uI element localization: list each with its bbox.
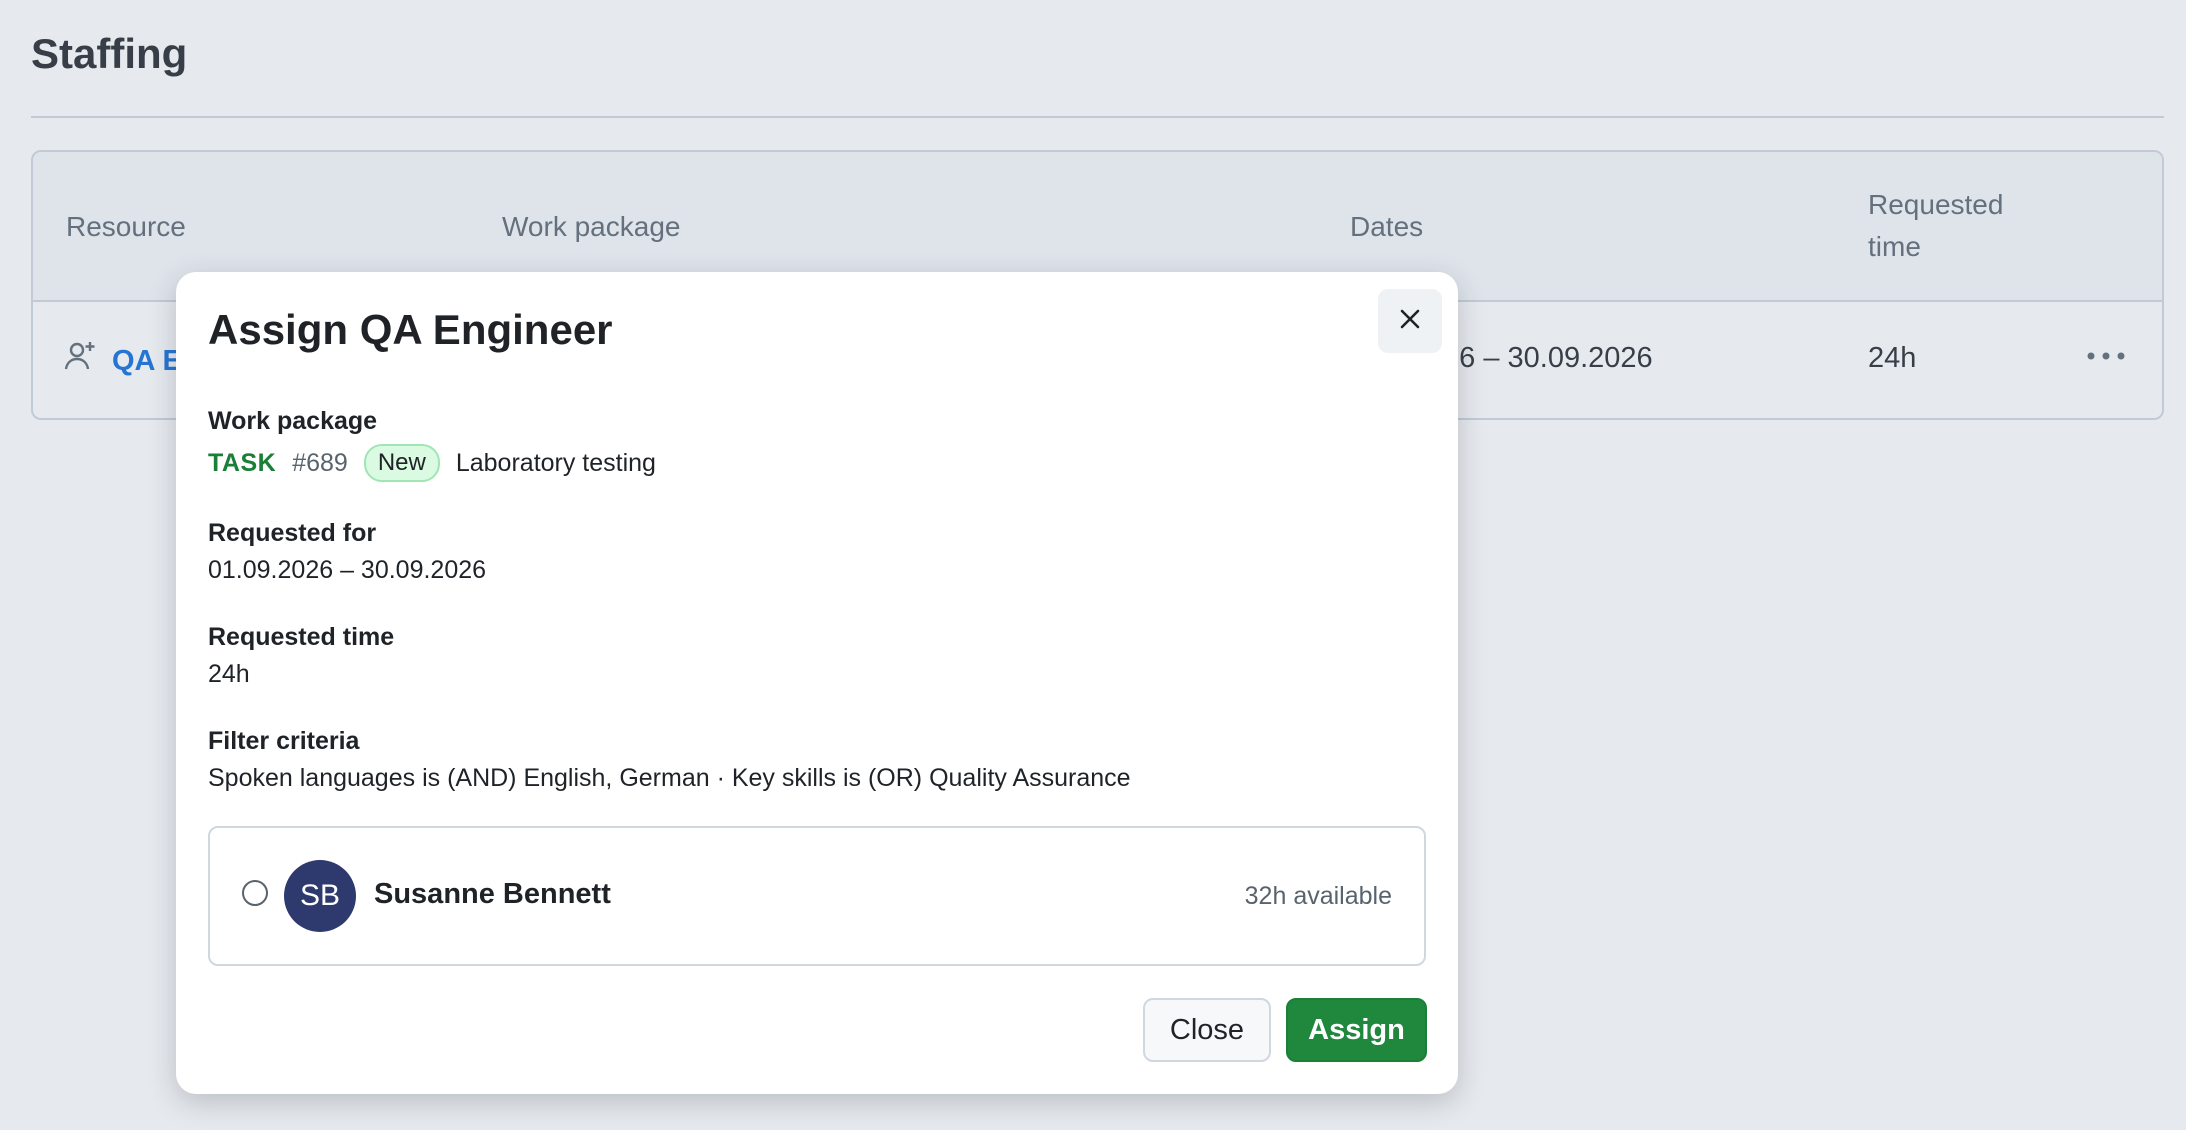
requested-for-label: Requested for xyxy=(208,519,377,547)
requested-time-value: 24h xyxy=(208,660,250,688)
staffing-page: Staffing Resource Work package Dates Req… xyxy=(0,0,2186,1130)
work-package-id[interactable]: #689 xyxy=(292,449,348,478)
candidate-availability: 32h available xyxy=(1244,882,1392,910)
candidate-option[interactable]: SB Susanne Bennett 32h available xyxy=(208,826,1426,966)
requested-time-label: Requested time xyxy=(208,623,395,651)
status-badge: New xyxy=(363,444,440,482)
work-package-subject: Laboratory testing xyxy=(455,448,656,477)
avatar: SB xyxy=(284,860,356,932)
work-package-label: Work package xyxy=(208,407,378,435)
filter-criteria-label: Filter criteria xyxy=(208,727,360,755)
work-package-type: TASK xyxy=(208,448,277,477)
assign-button[interactable]: Assign xyxy=(1286,998,1427,1062)
filter-criteria-field: Filter criteria Spoken languages is (AND… xyxy=(208,724,1131,796)
close-button[interactable]: Close xyxy=(1143,998,1271,1062)
work-package-field: Work package TASK #689 New Laboratory te… xyxy=(208,404,656,482)
dialog-title: Assign QA Engineer xyxy=(208,306,613,353)
filter-criteria-value: Spoken languages is (AND) English, Germa… xyxy=(208,764,1131,792)
work-package-info: TASK #689 New Laboratory testing xyxy=(208,444,656,482)
dialog-close-button[interactable] xyxy=(1378,289,1442,353)
assign-dialog: Assign QA Engineer Work package TASK #68… xyxy=(176,272,1458,1094)
close-icon xyxy=(1399,308,1421,335)
requested-for-value: 01.09.2026 – 30.09.2026 xyxy=(208,556,487,584)
requested-time-field: Requested time 24h xyxy=(208,620,394,692)
requested-for-field: Requested for 01.09.2026 – 30.09.2026 xyxy=(208,516,486,588)
candidate-name: Susanne Bennett xyxy=(374,878,611,910)
candidate-radio[interactable] xyxy=(242,880,268,906)
